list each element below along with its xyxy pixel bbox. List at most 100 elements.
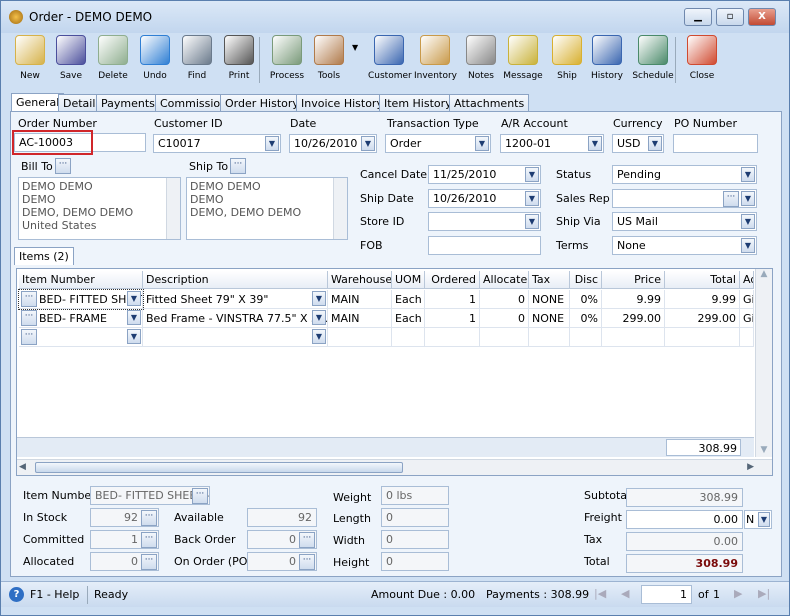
grid-horizontal-scrollbar[interactable]: ◀ ▶: [17, 459, 772, 475]
toolbar-delete-button[interactable]: Delete: [92, 33, 134, 85]
bill-to-ellipsis-button[interactable]: ···: [55, 158, 71, 174]
toolbar-customer-button[interactable]: Customer: [368, 33, 412, 85]
chevron-down-icon[interactable]: ▼: [361, 136, 375, 151]
on-order-field[interactable]: 0 ···: [247, 552, 317, 571]
column-header[interactable]: Tax: [529, 271, 570, 289]
currency-select[interactable]: USD ▼: [612, 134, 664, 153]
chevron-down-icon[interactable]: ▼: [475, 136, 489, 151]
tab-detail[interactable]: Detail: [58, 94, 101, 111]
column-header[interactable]: Description: [143, 271, 328, 289]
grid-cell[interactable]: Fitted Sheet 79" X 39" ▼: [143, 290, 328, 309]
cancel-date-picker[interactable]: 11/25/2010 ▼: [428, 165, 541, 184]
chevron-down-icon[interactable]: ▼: [525, 191, 539, 206]
bill-to-address[interactable]: DEMO DEMO DEMO DEMO, DEMO DEMO United State…: [18, 177, 181, 240]
column-header[interactable]: UOM: [392, 271, 425, 289]
freight-option-select[interactable]: N ▼: [744, 510, 772, 529]
toolbar-process-button[interactable]: Process: [266, 33, 308, 85]
freight-field[interactable]: 0.00: [626, 510, 743, 529]
grid-cell[interactable]: BED- FRAME ··· ▼: [19, 309, 143, 328]
grid-cell[interactable]: MAIN: [328, 290, 392, 309]
grid-cell[interactable]: 0%: [570, 309, 602, 328]
grid-cell[interactable]: 299.00: [602, 309, 665, 328]
status-select[interactable]: Pending ▼: [612, 165, 757, 184]
chevron-down-icon[interactable]: ▼: [741, 214, 755, 229]
toolbar-save-button[interactable]: Save: [50, 33, 92, 85]
grid-cell[interactable]: ▼: [143, 328, 328, 347]
grid-cell[interactable]: [392, 328, 425, 347]
help-link[interactable]: F1 - Help: [30, 588, 79, 601]
ship-date-picker[interactable]: 10/26/2010 ▼: [428, 189, 541, 208]
column-header[interactable]: Ad: [740, 271, 754, 289]
tab-order-history[interactable]: Order History: [220, 94, 304, 111]
back-order-field[interactable]: 0 ···: [247, 530, 317, 549]
toolbar-ship-button[interactable]: Ship: [546, 33, 588, 85]
chevron-down-icon[interactable]: ▼: [648, 136, 662, 151]
grid-cell[interactable]: NONE: [529, 290, 570, 309]
column-header[interactable]: Disc: [570, 271, 602, 289]
grid-cell[interactable]: [328, 328, 392, 347]
terms-select[interactable]: None ▼: [612, 236, 757, 255]
item-lookup-ellipsis-button[interactable]: ···: [21, 310, 37, 326]
column-header[interactable]: Allocate: [480, 271, 529, 289]
sales-rep-select[interactable]: ··· ▼: [612, 189, 757, 208]
ellipsis-button[interactable]: ···: [141, 554, 157, 570]
item-number-ellipsis-button[interactable]: ···: [192, 488, 208, 504]
chevron-down-icon[interactable]: ▼: [127, 310, 141, 325]
ar-account-select[interactable]: 1200-01 ▼: [500, 134, 604, 153]
grid-cell[interactable]: [570, 328, 602, 347]
last-page-icon[interactable]: ▶|: [758, 587, 770, 600]
first-page-icon[interactable]: |◀: [594, 587, 606, 600]
grid-cell[interactable]: NONE: [529, 309, 570, 328]
maximize-button[interactable]: ▫: [716, 8, 744, 26]
chevron-down-icon[interactable]: ▼: [525, 167, 539, 182]
grid-cell[interactable]: Each: [392, 290, 425, 309]
tab-invoice-history[interactable]: Invoice History: [296, 94, 388, 111]
grid-vertical-scrollbar[interactable]: ▲ ▼: [755, 269, 772, 457]
chevron-down-icon[interactable]: ▼: [312, 291, 326, 306]
grid-cell[interactable]: 9.99: [665, 290, 740, 309]
grid-cell[interactable]: BED- FITTED SHEET ··· ▼: [18, 289, 144, 310]
ellipsis-button[interactable]: ···: [299, 532, 315, 548]
grid-cell[interactable]: Gif: [740, 309, 754, 328]
toolbar-new-button[interactable]: New: [9, 33, 51, 85]
grid-cell[interactable]: Bed Frame - VINSTRA 77.5" X 55.6 ▼: [143, 309, 328, 328]
tab-attachments[interactable]: Attachments: [449, 94, 530, 111]
date-picker[interactable]: 10/26/2010 ▼: [289, 134, 377, 153]
ellipsis-button[interactable]: ···: [299, 554, 315, 570]
chevron-down-icon[interactable]: ▼: [312, 310, 326, 325]
toolbar-tools-button[interactable]: Tools: [308, 33, 350, 85]
po-number-field[interactable]: [673, 134, 758, 153]
grid-cell[interactable]: [740, 328, 754, 347]
ellipsis-button[interactable]: ···: [141, 510, 157, 526]
column-header[interactable]: Price: [602, 271, 665, 289]
ship-to-ellipsis-button[interactable]: ···: [230, 158, 246, 174]
scroll-thumb[interactable]: [35, 462, 403, 473]
committed-field[interactable]: 1 ···: [90, 530, 159, 549]
column-header[interactable]: Item Number: [19, 271, 143, 289]
tab-payments[interactable]: Payments: [96, 94, 160, 111]
grid-cell[interactable]: 0: [480, 290, 529, 309]
fob-field[interactable]: [428, 236, 541, 255]
chevron-down-icon[interactable]: ▼: [741, 167, 755, 182]
chevron-down-icon[interactable]: ▼: [588, 136, 602, 151]
toolbar-history-button[interactable]: History: [586, 33, 628, 85]
grid-cell[interactable]: ··· ▼: [19, 328, 143, 347]
tools-dropdown-icon[interactable]: ▼: [352, 43, 358, 52]
scroll-up-icon[interactable]: ▲: [756, 269, 772, 279]
ship-to-address[interactable]: DEMO DEMO DEMO DEMO, DEMO DEMO: [186, 177, 348, 240]
tab-item-history[interactable]: Item History: [379, 94, 457, 111]
transaction-type-select[interactable]: Order ▼: [385, 134, 491, 153]
allocated-field[interactable]: 0 ···: [90, 552, 159, 571]
grid-cell[interactable]: Gif: [740, 290, 754, 309]
grid-cell[interactable]: 299.00: [665, 309, 740, 328]
minimize-button[interactable]: ▁: [684, 8, 712, 26]
chevron-down-icon[interactable]: ▼: [525, 214, 539, 229]
store-id-select[interactable]: ▼: [428, 212, 541, 231]
sales-rep-ellipsis-button[interactable]: ···: [723, 191, 739, 207]
item-number-field[interactable]: BED- FITTED SHEET - Fitted Sheet 79" X 3…: [90, 486, 210, 505]
vertical-scrollbar[interactable]: [333, 178, 347, 239]
in-stock-field[interactable]: 92 ···: [90, 508, 159, 527]
toolbar-notes-button[interactable]: Notes: [460, 33, 502, 85]
grid-cell[interactable]: MAIN: [328, 309, 392, 328]
item-lookup-ellipsis-button[interactable]: ···: [21, 329, 37, 345]
